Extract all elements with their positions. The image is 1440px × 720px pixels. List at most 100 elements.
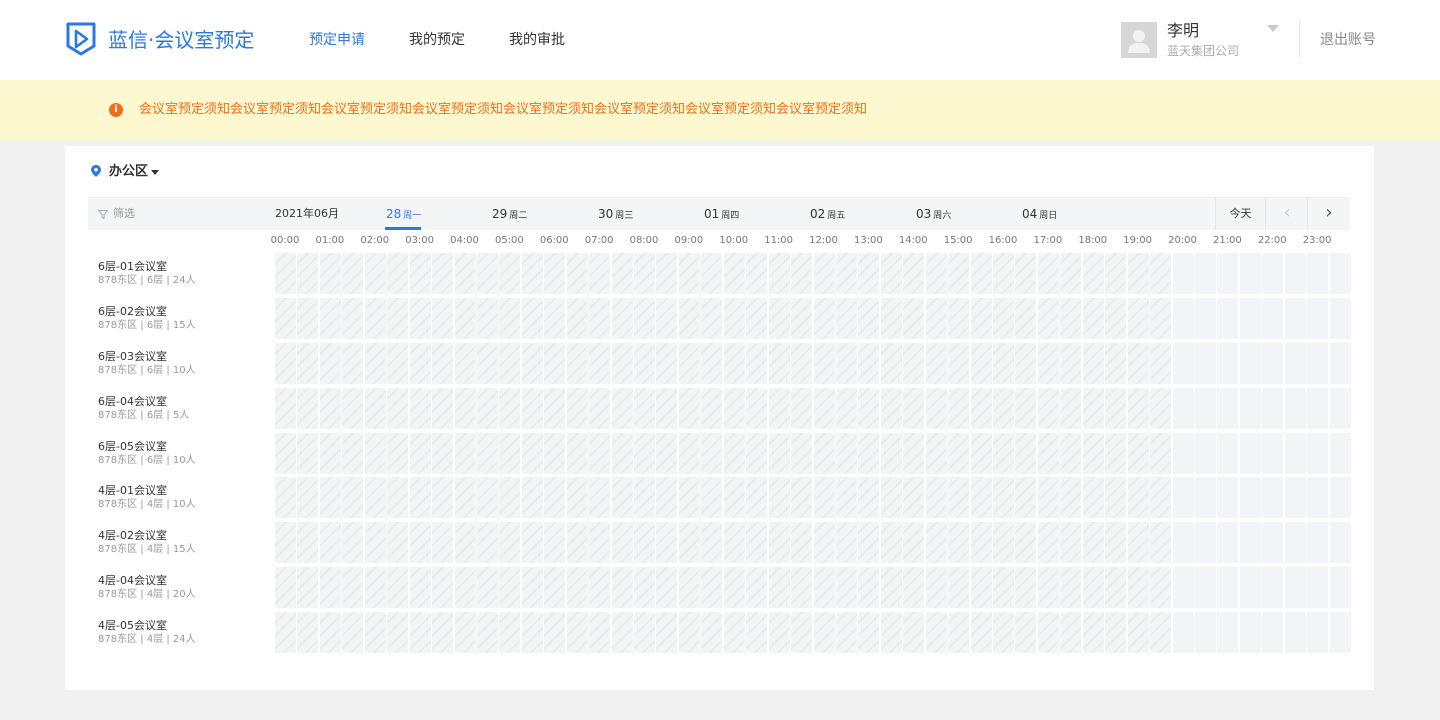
timeslot-cell[interactable] — [1217, 477, 1239, 519]
location-selector[interactable]: 办公区 — [109, 163, 148, 181]
prev-week-button[interactable]: ‹ — [1266, 197, 1308, 230]
timeslot-cell[interactable] — [1329, 522, 1351, 564]
today-button[interactable]: 今天 — [1216, 197, 1265, 230]
timeslot-cell[interactable] — [1194, 432, 1216, 474]
timeslot-cell[interactable] — [1172, 612, 1194, 653]
day-tab[interactable]: 02 周五 — [810, 205, 845, 225]
logout-button[interactable]: 退出账号 — [1320, 30, 1376, 50]
timeslot-cell[interactable] — [1217, 567, 1239, 609]
timeslot-cell[interactable] — [1307, 567, 1329, 609]
timeslot-cell[interactable] — [1239, 387, 1261, 429]
timeslot-cell[interactable] — [1329, 253, 1351, 294]
timeslot-cell[interactable] — [1262, 567, 1284, 609]
timeslot-cell[interactable] — [1217, 522, 1239, 564]
timeslot-cell[interactable] — [1284, 612, 1306, 653]
timeslot-cell[interactable] — [1239, 612, 1261, 653]
location-caret-icon[interactable] — [151, 170, 159, 175]
day-tab[interactable]: 28 周一 — [386, 205, 421, 225]
timeslot-cell-past — [1037, 567, 1059, 609]
timeslot-cell[interactable] — [1239, 297, 1261, 339]
timeslot-cell[interactable] — [1217, 387, 1239, 429]
timeslot-cell[interactable] — [1284, 477, 1306, 519]
timeslot-cell[interactable] — [1194, 387, 1216, 429]
timeslot-cell[interactable] — [1329, 342, 1351, 384]
timeslot-cell-past — [544, 432, 566, 474]
timeslot-cell[interactable] — [1262, 253, 1284, 294]
timeslot-cell[interactable] — [1194, 253, 1216, 294]
day-tab[interactable]: 01 周四 — [704, 205, 739, 225]
timeslot-cell[interactable] — [1262, 522, 1284, 564]
timeslot-cell[interactable] — [1307, 253, 1329, 294]
timeslot-cell[interactable] — [1217, 612, 1239, 653]
timeslot-cell[interactable] — [1284, 342, 1306, 384]
timeslot-cell-past — [1150, 297, 1172, 339]
timeslot-cell[interactable] — [1284, 522, 1306, 564]
day-tab[interactable]: 30 周三 — [598, 205, 633, 225]
timeslot-cell[interactable] — [1239, 477, 1261, 519]
timeslot-cell[interactable] — [1307, 432, 1329, 474]
timeslot-cell-past — [432, 253, 454, 294]
timeslot-cell[interactable] — [1284, 567, 1306, 609]
timeslot-cell[interactable] — [1239, 432, 1261, 474]
timeslot-cell[interactable] — [1217, 432, 1239, 474]
timeslot-cell[interactable] — [1217, 253, 1239, 294]
user-menu-caret-icon[interactable] — [1267, 25, 1279, 32]
timeslot-cell[interactable] — [1194, 342, 1216, 384]
timeslot-cell[interactable] — [1307, 342, 1329, 384]
timeslot-cell[interactable] — [1329, 567, 1351, 609]
timeslot-cell[interactable] — [1329, 297, 1351, 339]
timeslot-cell[interactable] — [1172, 567, 1194, 609]
day-tab[interactable]: 04 周日 — [1022, 205, 1057, 225]
timeslot-cell[interactable] — [1194, 522, 1216, 564]
timeslot-cell-past — [1060, 612, 1082, 653]
timeslot-cell[interactable] — [1284, 432, 1306, 474]
nav-my-approvals[interactable]: 我的审批 — [509, 30, 565, 50]
timeslot-cell[interactable] — [1307, 522, 1329, 564]
day-tab[interactable]: 29 周二 — [492, 205, 527, 225]
timeslot-cell[interactable] — [1307, 477, 1329, 519]
timeslot-cell[interactable] — [1194, 612, 1216, 653]
timeslot-cell[interactable] — [1262, 432, 1284, 474]
timeslot-cell[interactable] — [1239, 253, 1261, 294]
timeslot-cell[interactable] — [1307, 387, 1329, 429]
day-tab[interactable]: 03 周六 — [916, 205, 951, 225]
timeslot-cell[interactable] — [1172, 432, 1194, 474]
timeslot-cell-past — [835, 253, 857, 294]
timeslot-cell[interactable] — [1172, 387, 1194, 429]
timeslot-cell[interactable] — [1172, 522, 1194, 564]
timeslot-cell-past — [454, 477, 476, 519]
timeslot-cell-past — [319, 477, 341, 519]
timeslot-cell[interactable] — [1284, 253, 1306, 294]
timeslot-cell[interactable] — [1194, 567, 1216, 609]
user-avatar[interactable] — [1121, 22, 1157, 58]
timeslot-cell[interactable] — [1329, 612, 1351, 653]
nav-my-bookings[interactable]: 我的预定 — [409, 30, 465, 50]
timeslot-cell[interactable] — [1262, 612, 1284, 653]
timeslot-cell[interactable] — [1172, 297, 1194, 339]
timeslot-cell[interactable] — [1239, 342, 1261, 384]
timeslot-cell[interactable] — [1172, 253, 1194, 294]
filter-icon[interactable] — [98, 210, 108, 219]
timeslot-cell[interactable] — [1329, 387, 1351, 429]
timeslot-cell[interactable] — [1329, 432, 1351, 474]
timeslot-cell[interactable] — [1262, 387, 1284, 429]
timeslot-cell[interactable] — [1284, 387, 1306, 429]
timeslot-cell[interactable] — [1172, 477, 1194, 519]
timeslot-cell[interactable] — [1307, 612, 1329, 653]
timeslot-cell[interactable] — [1239, 522, 1261, 564]
timeslot-cell[interactable] — [1262, 297, 1284, 339]
timeslot-cell[interactable] — [1307, 297, 1329, 339]
timeslot-cell[interactable] — [1262, 477, 1284, 519]
filter-button[interactable]: 筛选 — [113, 206, 135, 222]
nav-booking-request[interactable]: 预定申请 — [309, 30, 365, 50]
timeslot-cell[interactable] — [1284, 297, 1306, 339]
timeslot-cell[interactable] — [1194, 477, 1216, 519]
timeslot-cell[interactable] — [1239, 567, 1261, 609]
timeslot-cell[interactable] — [1217, 342, 1239, 384]
timeslot-cell[interactable] — [1329, 477, 1351, 519]
next-week-button[interactable]: › — [1308, 197, 1350, 230]
timeslot-cell[interactable] — [1262, 342, 1284, 384]
timeslot-cell[interactable] — [1217, 297, 1239, 339]
timeslot-cell[interactable] — [1172, 342, 1194, 384]
timeslot-cell[interactable] — [1194, 297, 1216, 339]
